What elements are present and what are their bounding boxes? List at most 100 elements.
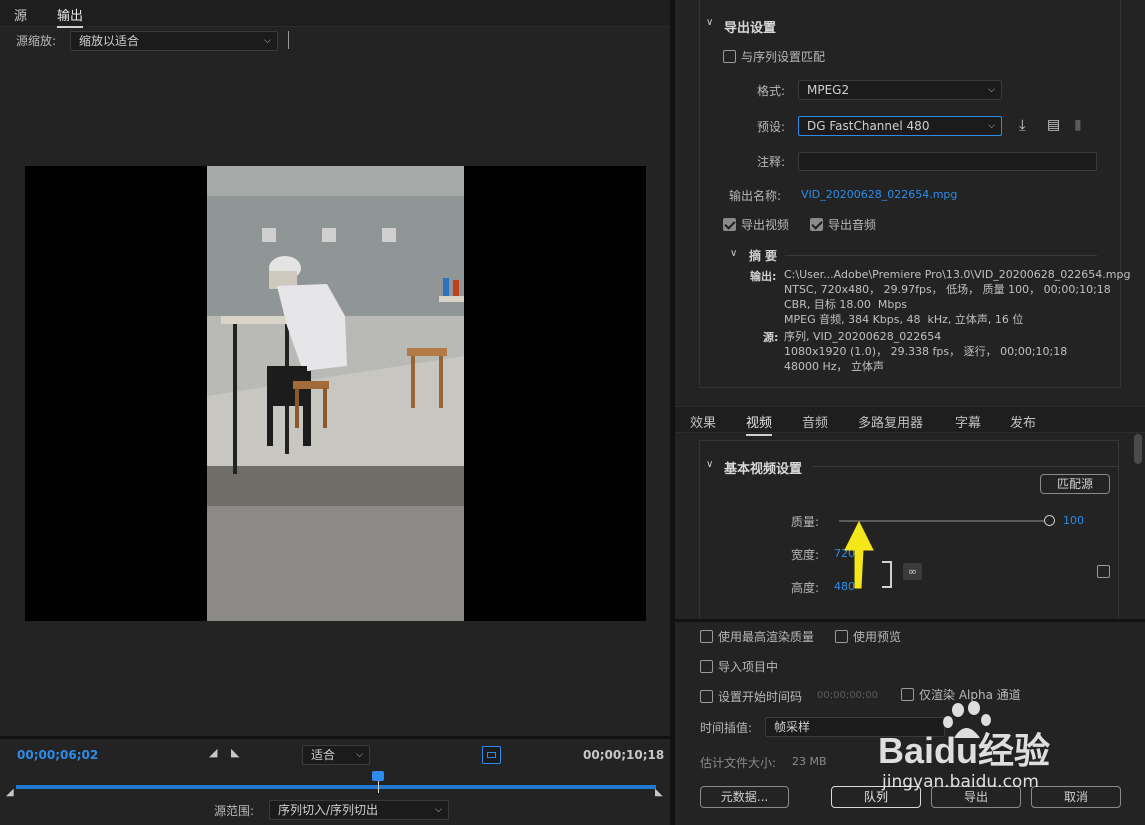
chevron-down-icon: ⌵ — [988, 85, 995, 95]
queue-button[interactable]: 队列 — [831, 786, 921, 808]
tab-publish[interactable]: 发布 — [1010, 412, 1036, 431]
summary-title: 摘要 — [749, 249, 782, 263]
timeline-track[interactable] — [16, 785, 656, 789]
quality-slider-handle[interactable] — [1044, 515, 1055, 526]
import-into-project-checkbox[interactable] — [700, 660, 713, 673]
step-back-icon[interactable]: ◢ — [209, 746, 217, 759]
summary-source-label: 源: — [763, 331, 779, 344]
link-bracket — [882, 561, 892, 588]
time-interpolation-dropdown[interactable]: 帧采样 — [765, 717, 945, 737]
output-panel: 源 输出 源缩放: 缩放以适合 ⌵ 00;00;06;02 ◢ ◣ 适合 ⌵ 0… — [0, 0, 670, 825]
estimated-size-value: 23 MB — [792, 755, 827, 768]
time-interpolation-value: 帧采样 — [774, 720, 811, 734]
preset-value: DG FastChannel 480 — [807, 119, 930, 133]
quality-value[interactable]: 100 — [1063, 514, 1084, 527]
comment-input[interactable] — [798, 152, 1097, 171]
comment-label: 注释: — [757, 155, 786, 169]
playback-bar: 00;00;06;02 ◢ ◣ 适合 ⌵ 00;00;10;18 ◢ ◣ 源范围… — [0, 736, 670, 825]
metadata-button[interactable]: 元数据... — [700, 786, 789, 808]
output-name-link[interactable]: VID_20200628_022654.mpg — [801, 188, 957, 201]
estimated-size-label: 估计文件大小: — [700, 756, 777, 770]
playhead-line — [378, 781, 380, 793]
video-section-chevron-icon[interactable]: ∨ — [706, 459, 713, 470]
height-label: 高度: — [791, 581, 820, 595]
tab-multiplexer[interactable]: 多路复用器 — [858, 412, 923, 431]
tab-audio[interactable]: 音频 — [802, 412, 828, 431]
max-render-quality-label: 使用最高渲染质量 — [718, 630, 815, 644]
output-name-label: 输出名称: — [729, 189, 782, 203]
summary-output-label: 输出: — [750, 270, 777, 283]
export-settings-title: 导出设置 — [724, 21, 777, 36]
use-previews-label: 使用预览 — [853, 630, 902, 644]
source-scale-label: 源缩放: — [16, 34, 57, 48]
use-previews-checkbox[interactable] — [835, 630, 848, 643]
render-alpha-label: 仅渲染 Alpha 通道 — [919, 688, 1021, 702]
collapse-chevron-icon[interactable]: ∨ — [706, 17, 713, 28]
cancel-button[interactable]: 取消 — [1031, 786, 1121, 808]
format-label: 格式: — [757, 84, 786, 98]
tab-captions[interactable]: 字幕 — [955, 412, 981, 431]
render-alpha-checkbox[interactable] — [901, 688, 914, 701]
playhead-handle[interactable] — [372, 771, 385, 781]
export-button[interactable]: 导出 — [931, 786, 1021, 808]
video-frame-image — [207, 166, 464, 621]
import-into-project-label: 导入项目中 — [718, 660, 779, 674]
source-range-label: 源范围: — [214, 804, 255, 818]
settings-tabs: 效果 视频 音频 多路复用器 字幕 发布 — [675, 406, 1145, 436]
time-interpolation-label: 时间插值: — [700, 721, 753, 735]
aspect-correction-icon[interactable] — [482, 746, 501, 764]
tab-output[interactable]: 输出 — [57, 5, 84, 28]
export-video-label: 导出视频 — [741, 218, 790, 232]
save-preset-icon[interactable]: ⤓ — [1019, 116, 1026, 134]
chevron-down-icon: ⌵ — [356, 750, 363, 760]
crop-divider — [288, 31, 289, 49]
chevron-down-icon: ⌵ — [435, 805, 442, 815]
out-point-icon[interactable]: ◣ — [655, 787, 663, 798]
in-point-icon[interactable]: ◢ — [6, 787, 14, 798]
width-label: 宽度: — [791, 548, 820, 562]
source-range-dropdown[interactable]: 序列切入/序列切出 ⌵ — [269, 800, 449, 820]
options-divider — [675, 619, 1145, 622]
preset-dropdown[interactable]: DG FastChannel 480 ⌵ — [798, 116, 1002, 136]
fit-value: 适合 — [311, 748, 336, 762]
export-audio-checkbox[interactable] — [810, 218, 823, 231]
video-section-rule — [812, 466, 1119, 467]
match-source-button[interactable]: 匹配源 — [1040, 474, 1110, 494]
end-timecode: 00;00;10;18 — [583, 748, 665, 762]
yellow-arrow-annotation — [844, 520, 874, 589]
fit-dropdown[interactable]: 适合 ⌵ — [302, 745, 370, 765]
summary-rule — [785, 255, 1097, 256]
delete-preset-icon[interactable]: ▮ — [1074, 117, 1082, 133]
link-chain-icon[interactable]: ∞ — [903, 563, 922, 580]
start-timecode-value: 00;00;00;00 — [817, 690, 879, 701]
aspect-ratio-checkbox[interactable] — [1097, 565, 1110, 578]
basic-video-settings-title: 基本视频设置 — [724, 462, 803, 477]
format-dropdown[interactable]: MPEG2 ⌵ — [798, 80, 1002, 100]
max-render-quality-checkbox[interactable] — [700, 630, 713, 643]
tab-video[interactable]: 视频 — [746, 412, 773, 436]
set-start-timecode-checkbox[interactable] — [700, 690, 713, 703]
chevron-down-icon: ⌵ — [988, 121, 995, 131]
tab-source[interactable]: 源 — [14, 5, 27, 24]
tab-effects[interactable]: 效果 — [690, 412, 716, 431]
summary-source-text: 序列, VID_20200628_022654 1080x1920 (1.0)，… — [784, 330, 1068, 373]
source-scale-value: 缩放以适合 — [79, 34, 140, 48]
export-audio-label: 导出音频 — [828, 218, 877, 232]
source-range-value: 序列切入/序列切出 — [278, 803, 379, 817]
format-value: MPEG2 — [807, 83, 850, 97]
preset-label: 预设: — [757, 120, 786, 134]
step-forward-icon[interactable]: ◣ — [231, 746, 239, 759]
monitor-tabs: 源 输出 — [0, 0, 670, 28]
video-frame — [207, 166, 464, 621]
summary-output-text: C:\User...Adobe\Premiere Pro\13.0\VID_20… — [784, 268, 1131, 326]
chevron-down-icon: ⌵ — [264, 36, 271, 46]
set-start-timecode-label: 设置开始时间码 — [718, 690, 803, 704]
source-scale-dropdown[interactable]: 缩放以适合 ⌵ — [70, 31, 278, 51]
scrollbar-thumb[interactable] — [1134, 434, 1142, 464]
export-video-checkbox[interactable] — [723, 218, 736, 231]
quality-label: 质量: — [791, 515, 820, 529]
import-preset-icon[interactable]: ▤ — [1047, 117, 1060, 133]
summary-chevron-icon[interactable]: ∨ — [730, 248, 737, 259]
match-sequence-checkbox[interactable] — [723, 50, 736, 63]
current-timecode[interactable]: 00;00;06;02 — [17, 748, 98, 762]
